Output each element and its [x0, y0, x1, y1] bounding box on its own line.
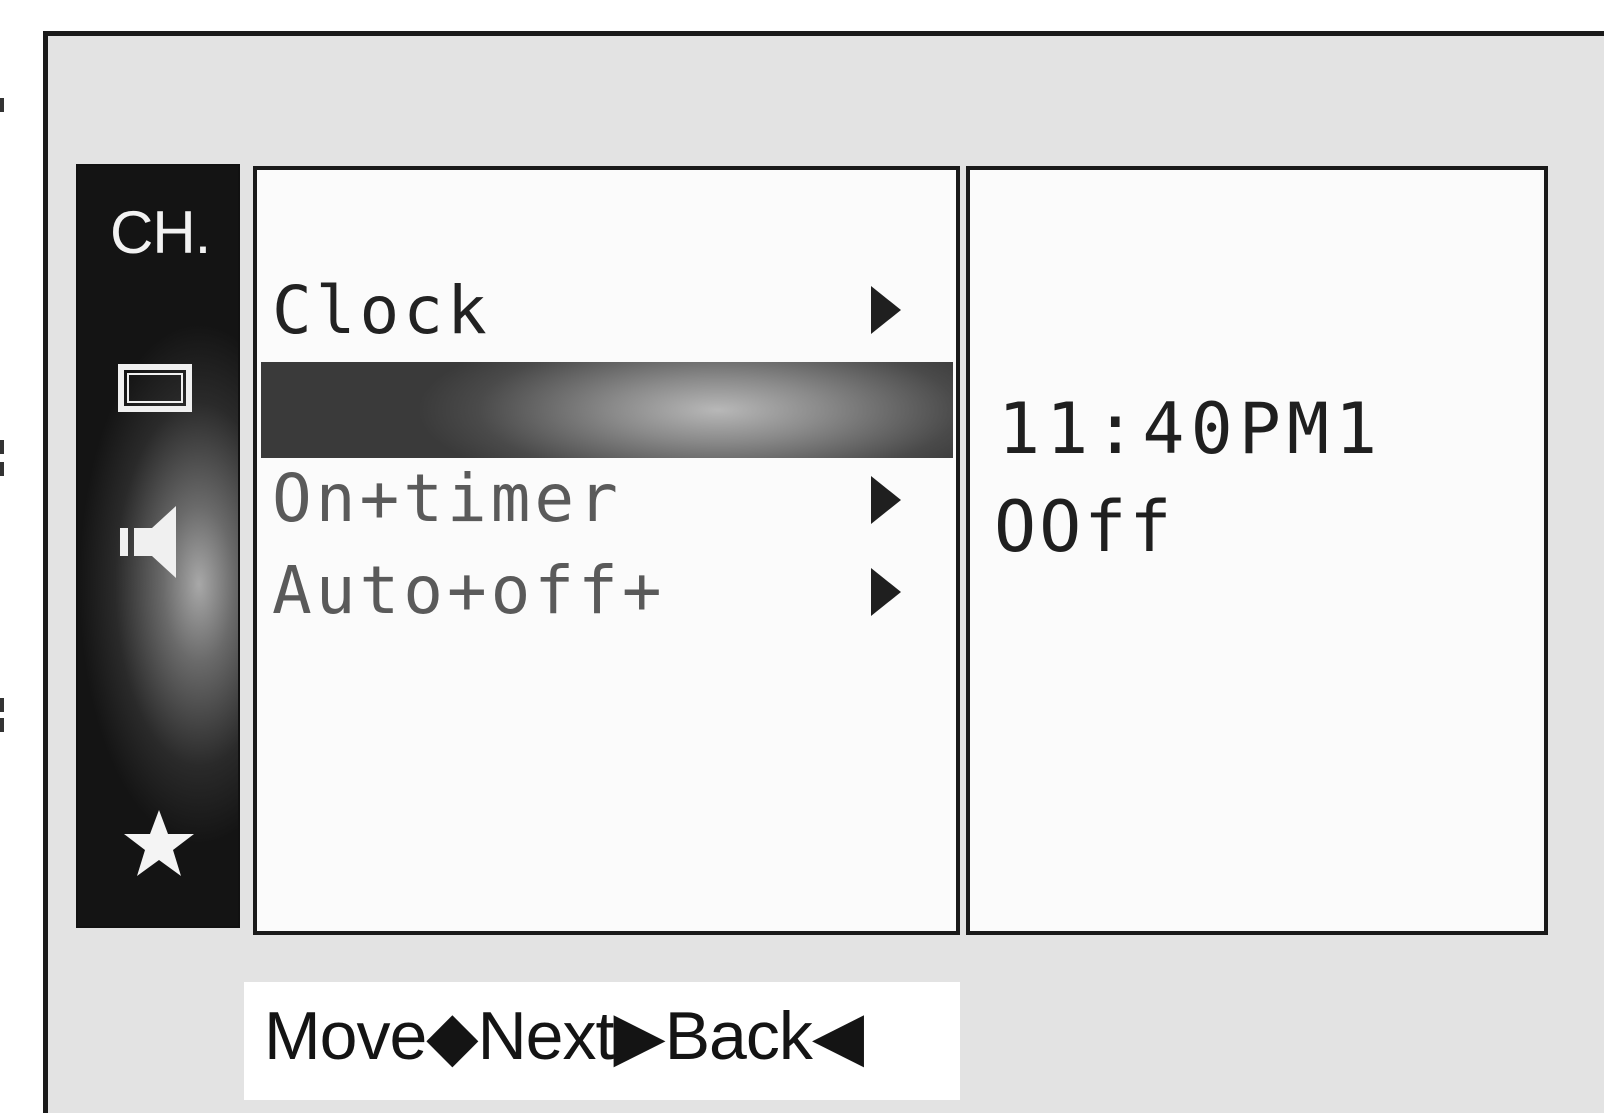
speaker-icon[interactable] [120, 502, 180, 582]
status-value: OOff [994, 486, 1175, 568]
right-arrow-icon [871, 286, 901, 334]
time-value: 11:40PM1 [998, 388, 1384, 470]
right-arrow-icon [871, 568, 901, 616]
help-text: Move◆Next▶Back◀ [264, 998, 864, 1074]
edge-tick [0, 718, 4, 732]
menu-item-clock[interactable]: Clock [272, 278, 491, 344]
selected-menu-item[interactable] [261, 362, 953, 458]
sidebar-channel-label[interactable]: CH. [110, 198, 211, 267]
menu-item-auto-off[interactable]: Auto+off+ [272, 558, 666, 624]
star-icon[interactable] [122, 808, 196, 878]
edge-tick [0, 440, 4, 454]
edge-tick [0, 698, 4, 712]
right-arrow-icon [871, 476, 901, 524]
screen-icon[interactable] [118, 364, 192, 412]
edge-tick [0, 98, 4, 112]
edge-tick [0, 462, 4, 476]
menu-item-on-timer[interactable]: On+timer [272, 466, 622, 532]
